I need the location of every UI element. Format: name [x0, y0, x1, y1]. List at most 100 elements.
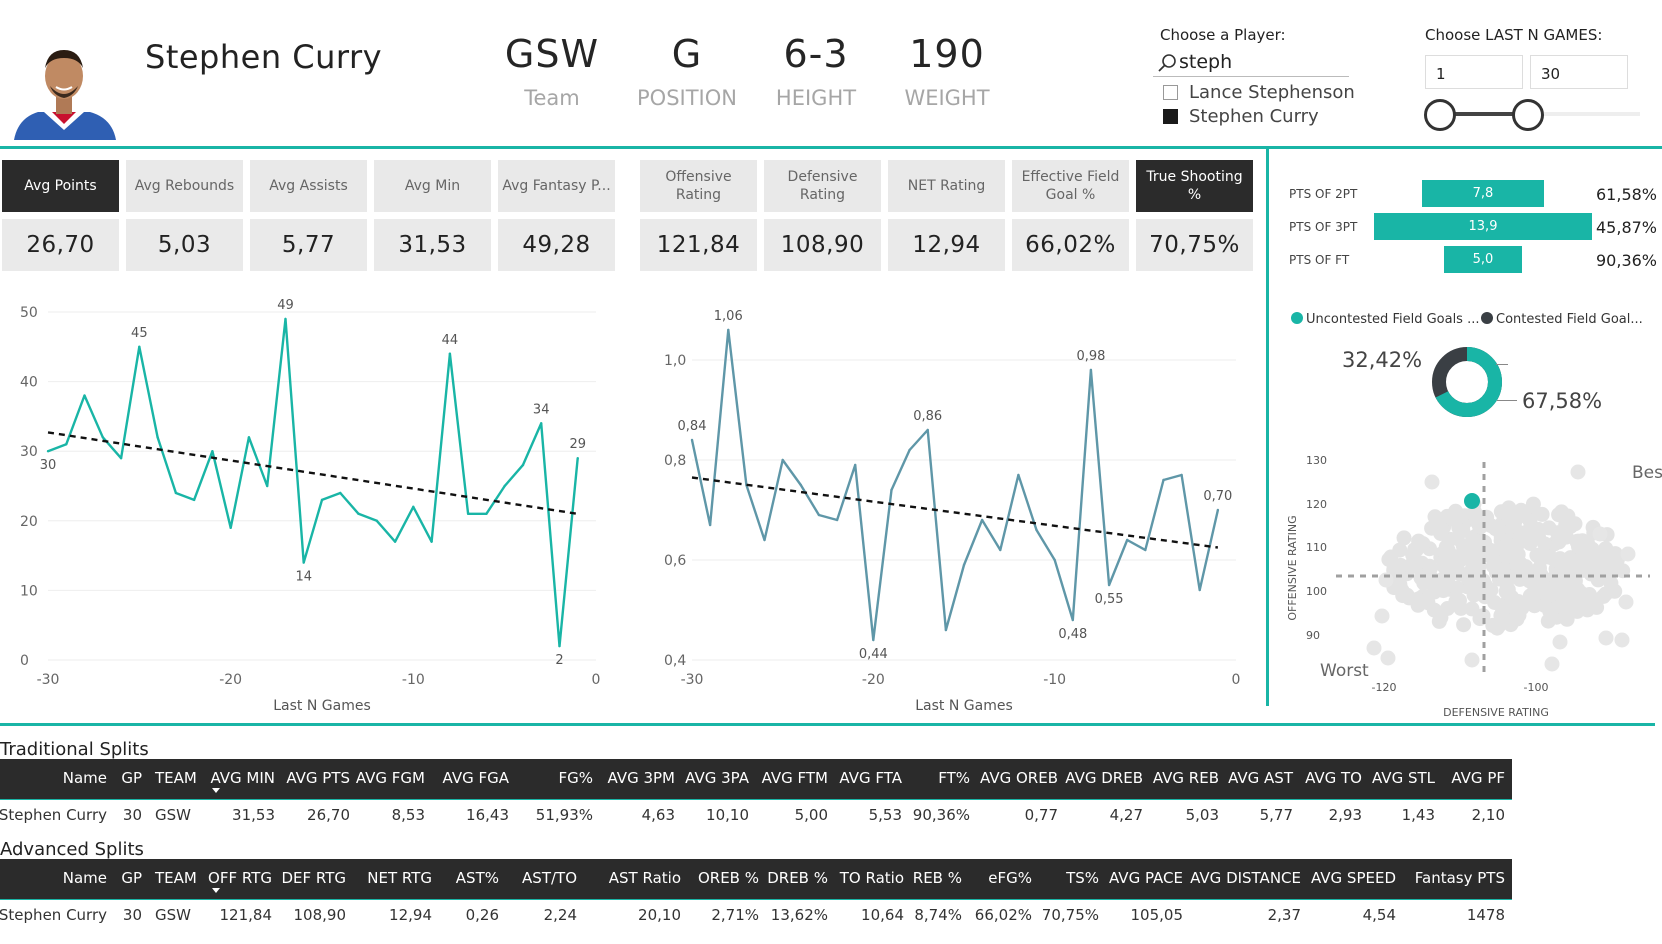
column-header[interactable]: Name: [63, 759, 107, 799]
column-header[interactable]: OFF RTG: [208, 859, 272, 899]
column-header[interactable]: AVG SPEED: [1311, 859, 1396, 899]
scatter-point: [1448, 594, 1464, 609]
column-header[interactable]: AST%: [456, 859, 499, 899]
table-cell: 4,63: [641, 806, 675, 824]
player-name: Stephen Curry: [145, 38, 383, 76]
data-point: [926, 428, 929, 432]
column-header[interactable]: Name: [63, 859, 107, 899]
table-cell: 1478: [1466, 906, 1505, 924]
games-max-input[interactable]: 30: [1530, 55, 1628, 89]
kpi-value-3: 31,53: [374, 219, 491, 271]
data-point: [119, 456, 123, 460]
column-header[interactable]: AVG 3PM: [608, 759, 676, 799]
kpi-tab-3[interactable]: Avg Min: [374, 160, 491, 212]
table-row[interactable]: Stephen Curry 30 GSW 31,53 26,70 8,53 16,43 51,…: [0, 806, 1512, 830]
kpi-tab-2[interactable]: Avg Assists: [250, 160, 367, 212]
column-header[interactable]: AVG FGM: [356, 759, 425, 799]
column-header[interactable]: OREB %: [698, 859, 759, 899]
games-slider-max-handle[interactable]: [1512, 99, 1544, 131]
scatter-point: [1366, 640, 1382, 656]
player-search-input[interactable]: steph: [1153, 50, 1349, 77]
kpi-tab-0[interactable]: Offensive Rating: [640, 160, 757, 212]
player-filter-label: Choose a Player:: [1160, 26, 1286, 44]
data-label: 14: [295, 570, 312, 585]
games-min-input[interactable]: 1: [1425, 55, 1523, 89]
shooting-split-bar[interactable]: 5,0: [1444, 246, 1522, 273]
data-point: [835, 518, 839, 522]
column-header[interactable]: AVG FTM: [762, 759, 828, 799]
kpi-tab-4[interactable]: True Shooting %: [1136, 160, 1253, 212]
column-header[interactable]: AVG STL: [1372, 759, 1435, 799]
column-header[interactable]: AVG PTS: [286, 759, 350, 799]
column-header[interactable]: GP: [121, 859, 142, 899]
sort-desc-icon[interactable]: [212, 788, 220, 793]
column-header[interactable]: DEF RTG: [281, 859, 346, 899]
column-header[interactable]: AVG REB: [1153, 759, 1219, 799]
scatter-point: [1566, 561, 1582, 577]
column-header[interactable]: AVG DREB: [1065, 759, 1143, 799]
column-header[interactable]: TEAM: [155, 759, 197, 799]
shooting-split-bar[interactable]: 13,9: [1374, 213, 1592, 240]
shooting-split-bar[interactable]: 7,8: [1422, 180, 1544, 207]
column-header[interactable]: AVG PF: [1451, 759, 1505, 799]
column-header[interactable]: AVG AST: [1228, 759, 1293, 799]
kpi-tab-0[interactable]: Avg Points: [2, 160, 119, 212]
column-header[interactable]: Fantasy PTS: [1415, 859, 1505, 899]
column-header[interactable]: AVG FGA: [443, 759, 509, 799]
data-point: [944, 628, 948, 632]
data-point: [357, 512, 360, 516]
kpi-tab-1[interactable]: Defensive Rating: [764, 160, 881, 212]
column-header[interactable]: TS%: [1066, 859, 1099, 899]
kpi-value-0: 26,70: [2, 219, 119, 271]
x-tick-label: -20: [862, 672, 885, 688]
data-point: [174, 491, 178, 495]
column-header[interactable]: eFG%: [988, 859, 1032, 899]
table-cell: 90,36%: [912, 806, 970, 824]
x-tick-label: 0: [592, 672, 601, 688]
table-cell: 30: [122, 906, 142, 924]
table-row[interactable]: Stephen Curry 30 GSW 121,84 108,90 12,94 0,26 2…: [0, 906, 1512, 930]
scatter-point: [1552, 634, 1568, 650]
table-cell: 70,75%: [1041, 906, 1099, 924]
column-header[interactable]: TO Ratio: [840, 859, 904, 899]
column-header[interactable]: AVG PACE: [1109, 859, 1183, 899]
column-header[interactable]: AVG DISTANCE: [1190, 859, 1301, 899]
table-cell: 10,64: [861, 906, 904, 924]
column-header[interactable]: GP: [121, 759, 142, 799]
column-header[interactable]: AVG FTA: [839, 759, 902, 799]
table-cell: 5,03: [1185, 806, 1219, 824]
height-stat: 6-3 HEIGHT: [746, 32, 886, 110]
column-header[interactable]: AVG OREB: [980, 759, 1058, 799]
charts-divider: [0, 723, 1655, 726]
table-cell: 2,24: [543, 906, 577, 924]
column-header[interactable]: AVG TO: [1305, 759, 1362, 799]
scatter-point: [1440, 542, 1456, 558]
donut-legend-uncontested: Uncontested Field Goals ...: [1291, 312, 1480, 327]
column-header[interactable]: FT%: [938, 759, 970, 799]
kpi-tab-2[interactable]: NET Rating: [888, 160, 1005, 212]
games-slider-min-handle[interactable]: [1424, 99, 1456, 131]
column-header[interactable]: NET RTG: [367, 859, 432, 899]
checkbox-checked-icon[interactable]: [1163, 109, 1178, 124]
column-header[interactable]: AST Ratio: [609, 859, 681, 899]
column-header[interactable]: AVG 3PA: [685, 759, 749, 799]
sort-desc-icon[interactable]: [212, 888, 220, 893]
data-point: [576, 456, 579, 460]
column-header[interactable]: AST/TO: [522, 859, 577, 899]
column-header[interactable]: FG%: [558, 759, 593, 799]
x-tick-label: -20: [219, 672, 242, 688]
traditional-table-header: Name GP TEAM AVG MIN AVG PTS AVG FGM AVG FGA FG…: [0, 759, 1512, 799]
kpi-tab-3[interactable]: Effective Field Goal %: [1012, 160, 1129, 212]
donut-contested-label: 32,42%: [1342, 348, 1423, 372]
kpi-tab-4[interactable]: Avg Fantasy P...: [498, 160, 615, 212]
checkbox-icon[interactable]: [1163, 85, 1178, 100]
scatter-point: [1554, 528, 1570, 544]
kpi-tab-1[interactable]: Avg Rebounds: [126, 160, 243, 212]
table-cell: 0,77: [1024, 806, 1058, 824]
column-header[interactable]: DREB %: [767, 859, 828, 899]
column-header[interactable]: REB %: [913, 859, 962, 899]
column-header[interactable]: TEAM: [155, 859, 197, 899]
y-tick-label: 1,0: [664, 353, 686, 369]
column-header[interactable]: AVG MIN: [210, 759, 275, 799]
scatter-point: [1513, 502, 1529, 518]
